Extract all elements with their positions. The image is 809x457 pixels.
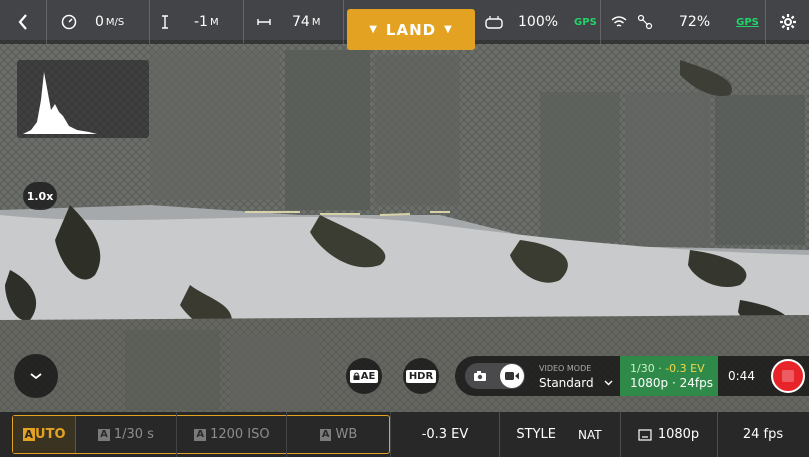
altitude-unit: M (209, 16, 219, 28)
record-time: 0:44 (728, 369, 755, 383)
drone-battery: 72% (679, 14, 711, 30)
altitude-icon (162, 15, 168, 29)
altitude-value: -1 (194, 14, 208, 30)
fps-value: 24 fps (742, 427, 784, 442)
wb-value: WB (335, 427, 358, 442)
zoom-level[interactable]: 1.0x (23, 182, 57, 210)
photo-icon (474, 371, 486, 381)
controller-battery: 100% (518, 14, 559, 30)
settings-button[interactable] (766, 0, 809, 44)
land-label: LAND (385, 20, 437, 39)
shutter-button[interactable]: A 1/30 s (76, 412, 176, 457)
distance-value: 74 (292, 14, 310, 30)
land-chevron-icon: ▼ (444, 24, 453, 35)
speedometer-icon (61, 14, 77, 30)
back-button[interactable] (0, 0, 47, 44)
exposure-ev: -0.3 EV (665, 362, 705, 375)
wb-badge: A (319, 428, 332, 441)
style-label: STYLE (516, 427, 556, 442)
distance-unit: M (311, 16, 321, 28)
iso-value: 1200 ISO (210, 427, 270, 442)
style-value: NAT (578, 427, 602, 442)
collapse-button[interactable] (14, 354, 58, 398)
aspect-ratio-icon (638, 428, 652, 441)
lock-icon (353, 372, 360, 380)
resolution-button[interactable]: 1080p (620, 412, 718, 457)
video-mode-label: VIDEO MODE (539, 364, 592, 373)
drone-camera-view: 0 M/S -1 M 74 M 100% GPS 72% GPS ▼ LAND … (0, 0, 809, 457)
exposure-shutter: 1/30 (630, 362, 655, 375)
drone-icon (637, 14, 653, 30)
back-icon (18, 14, 27, 30)
drone-status: 72% GPS (601, 0, 766, 44)
iso-button[interactable]: A 1200 ISO (176, 412, 287, 457)
capture-mode-panel: VIDEO MODE Standard (455, 356, 620, 396)
distance-readout: 74 M (244, 0, 344, 44)
exposure-res-fps: 1080p · 24fps (630, 376, 713, 390)
hdr-label: HDR (405, 369, 437, 383)
hdr-button[interactable]: HDR (403, 358, 439, 394)
shutter-value: 1/30 s (113, 427, 154, 442)
video-icon (505, 372, 519, 380)
video-mode-selector[interactable]: VIDEO MODE Standard (539, 362, 613, 390)
style-button[interactable]: STYLE NAT (498, 412, 621, 457)
record-icon (782, 370, 794, 382)
collapse-chevron-icon (30, 373, 42, 380)
speed-readout: 0 M/S (47, 0, 150, 44)
video-mode-value: Standard (539, 376, 594, 390)
controller-icon (485, 16, 503, 29)
iso-badge: A (194, 428, 207, 441)
ev-value: -0.3 EV (421, 427, 469, 442)
controller-status: 100% GPS (476, 0, 601, 44)
auto-label: UTO (35, 427, 66, 442)
drone-gps: GPS (736, 16, 759, 28)
histogram-graph (23, 72, 97, 134)
shutter-badge: A (98, 428, 110, 441)
ev-button[interactable]: -0.3 EV (390, 412, 500, 457)
histogram (17, 60, 149, 138)
auto-mode-button[interactable]: A UTO (13, 416, 76, 453)
ae-lock-button[interactable]: AE (346, 358, 382, 394)
altitude-readout: -1 M (150, 0, 244, 44)
wifi-icon (611, 16, 627, 27)
record-button[interactable] (771, 359, 805, 393)
speed-unit: M/S (105, 16, 125, 28)
land-button[interactable]: ▼ LAND ▼ (347, 9, 475, 50)
ae-label: AE (360, 370, 376, 382)
controller-gps: GPS (574, 16, 597, 28)
bottom-camera-bar: A UTO A 1/30 s A 1200 ISO A WB -0.3 EV S… (0, 412, 809, 457)
resolution-value: 1080p (657, 427, 700, 442)
dropdown-chevron-icon (604, 380, 613, 386)
fps-button[interactable]: 24 fps (717, 412, 809, 457)
speed-value: 0 (95, 14, 104, 30)
land-chevron-icon: ▼ (369, 24, 378, 35)
auto-badge: A (22, 428, 36, 441)
exposure-info-panel[interactable]: 1/30 · -0.3 EV 1080p · 24fps (620, 356, 718, 396)
wb-button[interactable]: A WB (286, 412, 390, 457)
distance-icon (257, 19, 271, 25)
photo-video-toggle[interactable] (465, 363, 525, 389)
settings-icon (779, 14, 796, 30)
